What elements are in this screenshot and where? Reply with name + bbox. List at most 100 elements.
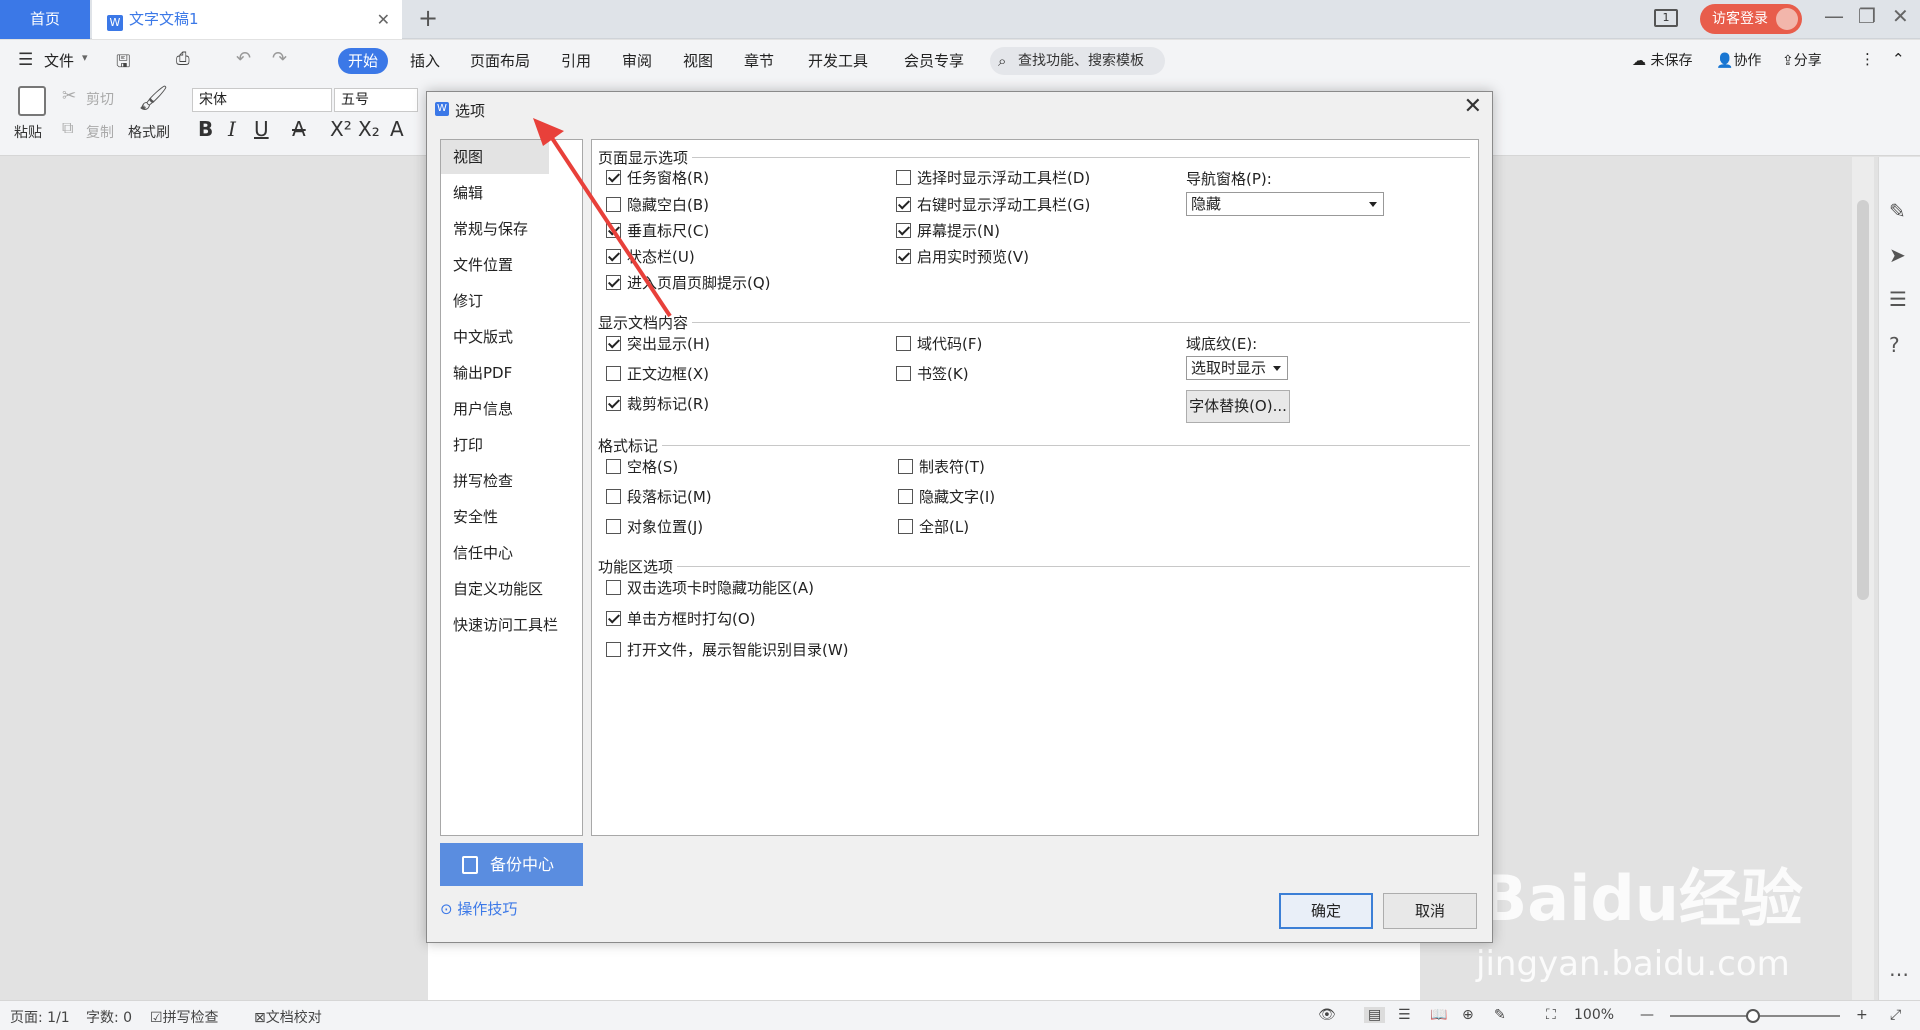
nav-file-location[interactable]: 文件位置 [441, 248, 582, 282]
zoom-slider-handle[interactable] [1746, 1009, 1760, 1023]
nav-chinese-layout[interactable]: 中文版式 [441, 320, 582, 354]
collapse-ribbon-icon[interactable]: ⌃ [1892, 50, 1905, 68]
tips-link[interactable]: ⊙ 操作技巧 [440, 898, 517, 919]
fit-page-icon[interactable]: ⛶ [1546, 1007, 1556, 1023]
close-tab-icon[interactable]: ✕ [377, 0, 390, 39]
nav-edit[interactable]: 编辑 [441, 176, 582, 210]
tab-home[interactable]: 首页 [0, 0, 90, 39]
nav-security[interactable]: 安全性 [441, 500, 582, 534]
checkbox-bookmarks[interactable]: 书签(K) [896, 363, 969, 384]
checkbox-box[interactable] [898, 519, 913, 534]
hamburger-icon[interactable]: ☰ [18, 50, 33, 70]
checkbox-box[interactable] [606, 580, 621, 595]
zoom-in-icon[interactable]: + [1856, 1007, 1868, 1023]
checkbox-box[interactable] [898, 459, 913, 474]
tab-chapter[interactable]: 章节 [744, 50, 774, 71]
checkbox-tabs[interactable]: 制表符(T) [898, 456, 985, 477]
font-size-select[interactable]: 五号 [334, 88, 418, 112]
format-painter-button[interactable]: 格式刷 [128, 122, 170, 142]
checkbox-status-bar[interactable]: 状态栏(U) [606, 246, 695, 267]
checkbox-click-box-check[interactable]: 单击方框时打勾(O) [606, 608, 756, 629]
italic-icon[interactable]: I [228, 117, 236, 141]
checkbox-vertical-ruler[interactable]: 垂直标尺(C) [606, 220, 709, 241]
cancel-button[interactable]: 取消 [1383, 893, 1477, 929]
redo-icon[interactable]: ↷ [272, 48, 287, 69]
tab-developer[interactable]: 开发工具 [808, 50, 868, 71]
checkbox-box[interactable] [898, 489, 913, 504]
checkbox-paragraph-marks[interactable]: 段落标记(M) [606, 486, 712, 507]
collab-button[interactable]: 👤协作 [1716, 50, 1761, 70]
checkbox-box[interactable] [606, 249, 621, 264]
checkbox-box[interactable] [606, 197, 621, 212]
nav-quick-access-toolbar[interactable]: 快速访问工具栏 [441, 608, 582, 642]
checkbox-header-footer-hint[interactable]: 进入页眉页脚提示(Q) [606, 272, 771, 293]
checkbox-all-marks[interactable]: 全部(L) [898, 516, 969, 537]
settings-sliders-icon[interactable]: ☰ [1889, 287, 1907, 311]
nav-spell-check[interactable]: 拼写检查 [441, 464, 582, 498]
proofread-button[interactable]: ⊠文档校对 [254, 1007, 322, 1027]
minimize-icon[interactable]: — [1824, 4, 1844, 28]
close-icon[interactable]: ✕ [1464, 94, 1482, 119]
cursor-icon[interactable]: ➤ [1889, 243, 1906, 267]
fullscreen-icon[interactable]: ⤢ [1890, 1007, 1901, 1023]
ok-button[interactable]: 确定 [1279, 893, 1373, 929]
paste-button[interactable]: 粘贴 [14, 122, 42, 142]
save-icon[interactable]: 🖫 [116, 49, 130, 78]
nav-view[interactable]: 视图 [441, 140, 549, 174]
tab-start[interactable]: 开始 [338, 48, 388, 74]
tab-insert[interactable]: 插入 [410, 50, 440, 71]
menu-file[interactable]: 文件 [44, 50, 74, 71]
nav-revision[interactable]: 修订 [441, 284, 582, 318]
write-view-icon[interactable]: ✎ [1494, 1007, 1506, 1023]
checkbox-hide-blank[interactable]: 隐藏空白(B) [606, 194, 709, 215]
checkbox-text-border[interactable]: 正文边框(X) [606, 363, 709, 384]
subscript-icon[interactable]: X₂ [358, 117, 380, 141]
zoom-out-icon[interactable]: — [1640, 1007, 1654, 1023]
word-count[interactable]: 字数: 0 [86, 1007, 132, 1027]
checkbox-box[interactable] [606, 223, 621, 238]
more-dots-icon[interactable]: … [1889, 957, 1909, 981]
zoom-level[interactable]: 100% [1574, 1007, 1614, 1023]
nav-print[interactable]: 打印 [441, 428, 582, 462]
checkbox-box[interactable] [896, 197, 911, 212]
cut-button[interactable]: 剪切 [86, 89, 114, 109]
guest-login-button[interactable]: 访客登录 [1700, 4, 1802, 34]
bold-icon[interactable]: B [198, 117, 213, 141]
more-icon[interactable]: ⋮ [1860, 50, 1875, 68]
search-input[interactable]: ⌕ 查找功能、搜索模板 [990, 47, 1165, 75]
page-indicator-icon[interactable]: 1 [1654, 9, 1678, 27]
tab-member[interactable]: 会员专享 [904, 50, 964, 71]
tab-page-layout[interactable]: 页面布局 [470, 50, 530, 71]
pen-icon[interactable]: ✎ [1889, 199, 1906, 223]
checkbox-box[interactable] [606, 170, 621, 185]
checkbox-smart-toc[interactable]: 打开文件，展示智能识别目录(W) [606, 639, 849, 660]
checkbox-box[interactable] [606, 275, 621, 290]
reading-view-icon[interactable]: 📖 [1430, 1007, 1447, 1023]
checkbox-box[interactable] [896, 249, 911, 264]
unsaved-status[interactable]: ☁ 未保存 [1632, 50, 1692, 70]
paste-icon[interactable] [18, 86, 46, 116]
checkbox-float-toolbar-select[interactable]: 选择时显示浮动工具栏(D) [896, 167, 1090, 188]
checkbox-box[interactable] [896, 366, 911, 381]
checkbox-box[interactable] [606, 611, 621, 626]
print-icon[interactable]: ⎙ [176, 49, 190, 69]
font-family-select[interactable]: 宋体 [192, 88, 332, 112]
checkbox-spaces[interactable]: 空格(S) [606, 456, 678, 477]
checkbox-box[interactable] [606, 642, 621, 657]
checkbox-box[interactable] [606, 396, 621, 411]
nav-trust-center[interactable]: 信任中心 [441, 536, 582, 570]
close-window-icon[interactable]: ✕ [1892, 4, 1909, 28]
checkbox-object-anchors[interactable]: 对象位置(J) [606, 516, 703, 537]
restore-icon[interactable]: ❐ [1858, 4, 1876, 28]
tab-view[interactable]: 视图 [683, 50, 713, 71]
help-icon[interactable]: ? [1889, 333, 1900, 357]
tab-document[interactable]: W 文字文稿1 ✕ [92, 0, 402, 39]
checkbox-dblclick-hide-ribbon[interactable]: 双击选项卡时隐藏功能区(A) [606, 577, 814, 598]
outline-view-icon[interactable]: ☰ [1398, 1007, 1411, 1023]
checkbox-box[interactable] [606, 459, 621, 474]
checkbox-field-codes[interactable]: 域代码(F) [896, 333, 982, 354]
underline-icon[interactable]: U [254, 117, 269, 141]
backup-center-button[interactable]: 备份中心 [440, 843, 583, 886]
nav-output-pdf[interactable]: 输出PDF [441, 356, 582, 390]
copy-button[interactable]: 复制 [86, 122, 114, 142]
